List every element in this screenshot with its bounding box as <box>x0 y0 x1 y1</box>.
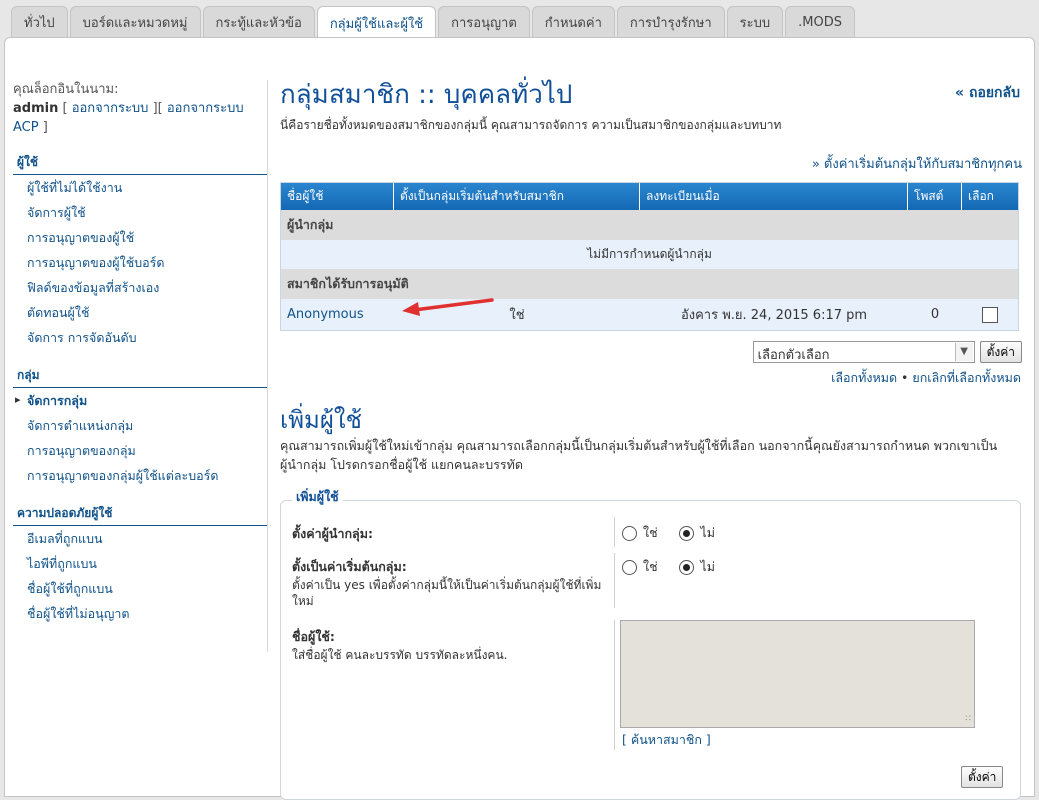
usernames-textarea[interactable]: ∷ <box>620 620 975 728</box>
col-header-mark: เลือก <box>962 183 1018 210</box>
menu-item-ban-usernames[interactable]: ชื่อผู้ใช้ที่ถูกแบน <box>13 576 268 601</box>
row-separator <box>614 517 615 547</box>
default-no-radio[interactable] <box>679 559 695 575</box>
tab-general[interactable]: ทั่วไป <box>11 6 68 38</box>
action-select-value: เลือกตัวเลือก <box>757 348 830 363</box>
menu-item-custom-profile-fields[interactable]: ฟิลด์ของข้อมูลที่สร้างเอง <box>13 275 268 300</box>
default-yes-label: ใช่ <box>643 559 658 574</box>
tab-permissions[interactable]: การอนุญาต <box>438 6 530 38</box>
sidebar-divider <box>267 80 268 652</box>
add-users-legend: เพิ่มผู้ใช้ <box>292 487 343 507</box>
col-header-joined: ลงทะเบียนเมื่อ <box>640 183 908 210</box>
annotation-arrow-icon <box>402 298 494 316</box>
menu-item-user-forum-permissions[interactable]: การอนุญาตของผู้ใช้บอร์ด <box>13 250 268 275</box>
main-content: กลุ่มสมาชิก :: บุคคลทั่วไป « ถอยกลับ นี่… <box>280 78 1022 331</box>
leader-row: ตั้งค่าผู้นำกลุ่ม: <box>292 524 373 544</box>
chevron-down-icon: ▼ <box>954 343 973 361</box>
menu-heading-groups: กลุ่ม <box>13 366 268 388</box>
col-header-posts: โพสต์ <box>908 183 962 210</box>
usernames-help: ใส่ชื่อผู้ใช้ คนละบรรทัด บรรทัดละหนึ่งคน… <box>292 648 508 662</box>
menu-item-manage-users[interactable]: จัดการผู้ใช้ <box>13 200 268 225</box>
menu-item-group-positions[interactable]: จัดการตำแหน่งกลุ่ม <box>13 413 268 438</box>
menu-item-inactive-users[interactable]: ผู้ใช้ที่ไม่ได้ใช้งาน <box>13 175 268 200</box>
action-select[interactable]: เลือกตัวเลือก ▼ <box>752 341 975 363</box>
leaders-heading: ผู้นำกลุ่ม <box>281 210 1018 240</box>
no-leaders-row: ไม่มีการกำหนดผู้นำกลุ่ม <box>281 240 1018 269</box>
row-separator <box>614 553 615 608</box>
default-label: ตั้งเป็นค่าเริ่มต้นกลุ่ม: <box>292 559 407 574</box>
logout-link[interactable]: ออกจากระบบ <box>72 101 149 116</box>
member-username-link[interactable]: Anonymous <box>287 307 364 322</box>
no-leaders-text: ไม่มีการกำหนดผู้นำกลุ่ม <box>281 240 1018 269</box>
login-prefix: คุณล็อกอินในนาม: <box>13 82 119 97</box>
page-intro: นี่คือรายชื่อทั้งหมดของสมาชิกของกลุ่มนี้… <box>280 118 782 132</box>
leader-label: ตั้งค่าผู้นำกลุ่ม: <box>292 526 373 541</box>
set-default-all-link[interactable]: » ตั้งค่าเริ่มต้นกลุ่มให้กับสมาชิกทุกคน <box>812 157 1022 172</box>
default-no-label: ไม่ <box>700 559 715 574</box>
usernames-label: ชื่อผู้ใช้: <box>292 629 335 644</box>
page-title: กลุ่มสมาชิก :: บุคคลทั่วไป <box>280 80 573 110</box>
approved-heading: สมาชิกได้รับการอนุมัติ <box>281 269 1018 299</box>
tab-posting[interactable]: กระทู้และหัวข้อ <box>202 6 315 38</box>
row-separator <box>614 620 615 750</box>
member-posts-cell: 0 <box>908 299 962 330</box>
table-row: Anonymous ใช่ อังคาร พ.ย. 24, 2015 6:17 … <box>281 299 1018 330</box>
mark-all-link[interactable]: เลือกทั้งหมด <box>831 370 897 385</box>
menu-item-group-permissions[interactable]: การอนุญาตของกลุ่ม <box>13 438 268 463</box>
action-submit-button[interactable]: ตั้งค่า <box>979 341 1022 363</box>
menu-heading-users: ผู้ใช้ <box>13 153 268 175</box>
menu-item-ban-emails[interactable]: อีเมลที่ถูกแบน <box>13 526 268 551</box>
login-info: คุณล็อกอินในนาม: admin [ ออกจากระบบ ][ อ… <box>13 82 244 135</box>
leader-options: ใช่ ไม่ <box>622 523 733 544</box>
approved-heading-row: สมาชิกได้รับการอนุมัติ <box>281 269 1018 299</box>
leader-yes-label: ใช่ <box>643 525 658 540</box>
find-member-link[interactable]: [ ค้นหาสมาชิก ] <box>622 730 711 750</box>
member-mark-checkbox[interactable] <box>982 306 998 323</box>
leaders-heading-row: ผู้นำกลุ่ม <box>281 210 1018 240</box>
leader-no-radio[interactable] <box>679 525 695 541</box>
member-joined-cell: อังคาร พ.ย. 24, 2015 6:17 pm <box>640 299 908 330</box>
default-options: ใช่ ไม่ <box>622 557 733 578</box>
leader-yes-radio[interactable] <box>622 525 637 541</box>
menu-heading-user-security: ความปลอดภัยผู้ใช้ <box>13 504 268 526</box>
default-yes-radio[interactable] <box>622 559 637 575</box>
tab-forums[interactable]: บอร์ดและหมวดหมู่ <box>69 6 201 38</box>
tab-customise[interactable]: กำหนดค่า <box>531 6 615 38</box>
action-row: เลือกตัวเลือก ▼ ตั้งค่า <box>752 341 1022 363</box>
menu-item-prune-users[interactable]: ตัดทอนผู้ใช้ <box>13 300 268 325</box>
add-users-title: เพิ่มผู้ใช้ <box>280 406 362 434</box>
login-username: admin <box>13 101 59 116</box>
members-table: ชื่อผู้ใช้ ตั้งเป็นกลุ่มเริ่มต้นสำหรับสม… <box>280 182 1019 331</box>
tab-mods[interactable]: .MODS <box>785 6 855 38</box>
menu-item-user-permissions[interactable]: การอนุญาตของผู้ใช้ <box>13 225 268 250</box>
mark-links: เลือกทั้งหมด • ยกเลิกที่เลือกทั้งหมด <box>831 370 1021 385</box>
tab-maintenance[interactable]: การบำรุงรักษา <box>616 6 725 38</box>
menu-item-manage-ranks[interactable]: จัดการ การจัดอันดับ <box>13 325 268 350</box>
menu-item-group-forum-permissions[interactable]: การอนุญาตของกลุ่มผู้ใช้แต่ละบอร์ด <box>13 463 268 488</box>
leader-no-label: ไม่ <box>700 525 715 540</box>
menu-item-disallow-usernames[interactable]: ชื่อผู้ใช้ที่ไม่อนุญาต <box>13 601 268 626</box>
tab-system[interactable]: ระบบ <box>726 6 784 38</box>
add-users-submit-button[interactable]: ตั้งค่า <box>961 766 1004 788</box>
usernames-row: ชื่อผู้ใช้: ใส่ชื่อผู้ใช้ คนละบรรทัด บรร… <box>292 627 612 663</box>
menu-item-manage-groups[interactable]: จัดการกลุ่ม <box>13 388 268 413</box>
col-header-default: ตั้งเป็นกลุ่มเริ่มต้นสำหรับสมาชิก <box>394 183 640 210</box>
add-users-description: คุณสามารถเพิ่มผู้ใช้ใหม่เข้ากลุ่ม คุณสาม… <box>280 438 998 472</box>
menu-item-ban-ips[interactable]: ไอพีที่ถูกแบน <box>13 551 268 576</box>
main-tabs: ทั่วไป บอร์ดและหมวดหมู่ กระทู้และหัวข้อ … <box>11 6 855 39</box>
default-help: ตั้งค่าเป็น yes เพื่อตั้งค่ากลุ่มนี้ให้เ… <box>292 578 602 608</box>
unmark-all-link[interactable]: ยกเลิกที่เลือกทั้งหมด <box>912 370 1021 385</box>
tab-users-groups[interactable]: กลุ่มผู้ใช้และผู้ใช้ <box>316 6 437 39</box>
sidebar: คุณล็อกอินในนาม: admin [ ออกจากระบบ ][ อ… <box>13 80 268 626</box>
default-row: ตั้งเป็นค่าเริ่มต้นกลุ่ม: ตั้งค่าเป็น ye… <box>292 557 617 609</box>
col-header-username: ชื่อผู้ใช้ <box>281 183 394 210</box>
back-link[interactable]: « ถอยกลับ <box>955 82 1020 104</box>
resize-grip-icon[interactable]: ∷ <box>965 714 971 724</box>
